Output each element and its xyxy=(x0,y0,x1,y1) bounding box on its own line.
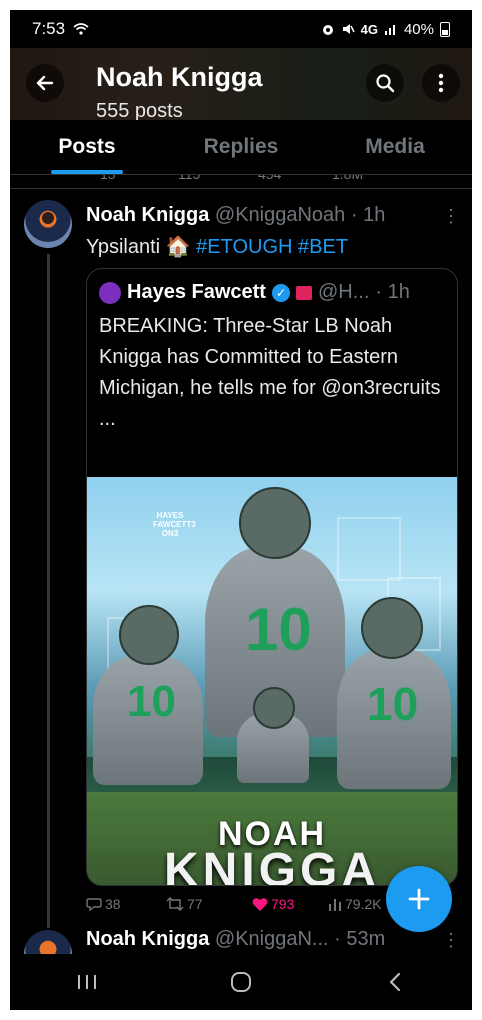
reply-icon xyxy=(86,898,102,912)
like-button[interactable]: 793 xyxy=(252,896,294,912)
mute-icon xyxy=(342,24,355,34)
quote-display-name: Hayes Fawcett xyxy=(127,281,266,303)
thread-line xyxy=(47,254,50,928)
tweet-text: Ypsilanti 🏠 #ETOUGH #BET xyxy=(86,234,348,259)
tab-replies[interactable]: Replies xyxy=(164,120,318,174)
battery-icon xyxy=(440,21,450,37)
back-nav-button[interactable] xyxy=(365,962,425,1002)
profile-header: Noah Knigga 555 posts xyxy=(10,48,472,120)
recent-apps-icon xyxy=(78,975,96,989)
views-icon xyxy=(329,899,341,911)
previous-tweet-actions: 15 115 454 1.8M xyxy=(10,174,472,189)
jersey-number-center: 10 xyxy=(245,596,312,663)
view-count: 79.2K xyxy=(345,896,382,912)
quote-avatar xyxy=(99,281,121,304)
more-options-button[interactable] xyxy=(422,64,460,102)
next-tweet-header: Noah Knigga @KniggaN... · 53m xyxy=(86,928,385,951)
jersey-number-left: 10 xyxy=(127,677,176,726)
peek-likes: 454 xyxy=(258,174,282,182)
post-count: 555 posts xyxy=(96,100,183,120)
tweet-more-icon[interactable]: ⋮ xyxy=(442,206,461,227)
alarm-icon xyxy=(322,25,333,35)
affiliate-badge-icon xyxy=(295,285,312,300)
jersey-number-right: 10 xyxy=(367,678,419,730)
more-vertical-icon xyxy=(438,73,444,93)
quoted-tweet[interactable]: Hayes Fawcett ✓ @H... · 1h BREAKING: Thr… xyxy=(86,268,458,886)
commitment-graphic[interactable]: HAYES FAWCETT3 ON3 10 10 10 NOAH KNIGGA xyxy=(87,477,457,885)
timestamp: · 53m xyxy=(334,928,386,950)
tweet-more-icon[interactable]: ⋮ xyxy=(442,930,460,951)
network-label: 4G xyxy=(360,21,378,37)
verified-icon: ✓ xyxy=(271,283,290,302)
reply-button[interactable]: 38 xyxy=(86,896,121,912)
home-button[interactable] xyxy=(211,962,271,1002)
views-button[interactable]: 79.2K xyxy=(328,896,382,912)
helmet-center xyxy=(239,487,311,559)
display-name[interactable]: Noah Knigga xyxy=(86,204,209,226)
quote-text: BREAKING: Three-Star LB Noah Knigga has … xyxy=(99,315,441,430)
profile-tabs: Posts Replies Media xyxy=(10,120,472,175)
wifi-icon xyxy=(73,23,89,35)
watermark: HAYES FAWCETT3 ON3 xyxy=(153,511,196,538)
hashtags[interactable]: #ETOUGH #BET xyxy=(196,236,348,258)
tab-media[interactable]: Media xyxy=(318,120,472,174)
next-tweet[interactable]: Noah Knigga @KniggaN... · 53m ⋮ xyxy=(10,924,472,954)
helmet-right xyxy=(361,597,423,659)
tweet-header: Noah Knigga @KniggaNoah · 1h xyxy=(86,204,385,227)
quote-timestamp: · 1h xyxy=(375,281,410,303)
back-button[interactable] xyxy=(26,64,64,102)
helmet-left xyxy=(119,605,179,665)
heart-filled-icon xyxy=(252,897,268,911)
peek-views: 1.8M xyxy=(332,174,364,182)
tweet-text-plain: Ypsilanti xyxy=(86,236,166,258)
display-name[interactable]: Noah Knigga xyxy=(86,928,209,950)
quote-header: Hayes Fawcett ✓ @H... · 1h xyxy=(99,281,410,304)
helmet-crouching xyxy=(253,687,295,729)
tweet-actions: 38 77 793 79.2K xyxy=(86,896,386,920)
recent-apps-button[interactable] xyxy=(57,962,117,1002)
handle[interactable]: @KniggaN... xyxy=(215,928,329,950)
like-count: 793 xyxy=(271,896,295,912)
phone-screen: 7:53 4G 40% Noah Knigga 555 posts Posts … xyxy=(10,10,472,1010)
arrow-left-icon xyxy=(36,75,54,91)
search-button[interactable] xyxy=(366,64,404,102)
repost-count: 77 xyxy=(187,896,203,912)
timestamp: · 1h xyxy=(350,204,386,226)
house-emoji-icon: 🏠 xyxy=(165,236,191,258)
compose-button[interactable] xyxy=(386,866,452,932)
plus-icon xyxy=(408,888,430,910)
profile-name-title: Noah Knigga xyxy=(96,62,263,92)
tab-posts[interactable]: Posts xyxy=(10,120,164,174)
repost-icon xyxy=(166,897,184,911)
home-icon xyxy=(231,972,251,992)
graphic-panel xyxy=(337,517,401,581)
repost-button[interactable]: 77 xyxy=(166,896,203,912)
quote-handle: @H... xyxy=(317,281,370,303)
peek-replies: 15 xyxy=(100,174,116,182)
battery-percent: 40% xyxy=(403,20,434,38)
search-icon xyxy=(376,74,395,93)
handle[interactable]: @KniggaNoah xyxy=(215,204,345,226)
avatar[interactable] xyxy=(24,200,72,248)
avatar[interactable] xyxy=(24,930,72,954)
signal-icon xyxy=(384,25,395,35)
chevron-left-icon xyxy=(389,972,401,992)
status-time: 7:53 xyxy=(32,19,66,38)
reply-count: 38 xyxy=(105,896,121,912)
system-nav-bar xyxy=(10,954,472,1010)
status-bar: 7:53 4G 40% xyxy=(10,10,472,48)
peek-reposts: 115 xyxy=(178,174,201,182)
